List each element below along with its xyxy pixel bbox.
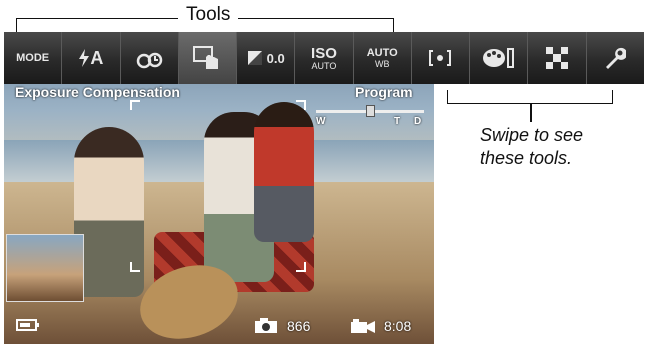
swipe-caption: Swipe to see these tools. [480,124,610,169]
zoom-bar[interactable]: W T D [316,102,424,127]
focus-frame-corner [130,262,140,272]
self-timer-icon [134,47,164,69]
zoom-knob[interactable] [366,105,375,117]
swipe-caption-line1: Swipe to see [480,125,584,145]
wb-label: AUTO [366,46,398,59]
flash-button[interactable]: A [62,32,121,84]
video-time-remaining: 8:08 [384,318,412,334]
color-mode-icon [482,47,516,69]
mode-label: MODE [16,51,50,64]
color-mode-button[interactable] [470,32,529,84]
exposure-compensation-label: Exposure Compensation [15,84,180,100]
white-balance-icon: AUTO WB [366,46,398,69]
tools-label: Tools [178,4,239,26]
pictures-remaining: 866 [287,318,311,334]
flash-label: A [90,48,104,68]
touch-shutter-icon [192,43,222,73]
video-camera-icon [350,318,376,339]
person-man-right [254,102,314,242]
white-balance-button[interactable]: AUTO WB [354,32,412,84]
camera-toolbar: MODE A 0.0 ISO AUTO AUTO WB [4,32,644,84]
focus-frame-corner [296,100,306,110]
iso-sub: AUTO [311,60,337,71]
exposure-compensation-button[interactable]: 0.0 [237,32,296,84]
battery-icon [16,318,40,337]
flash-auto-icon [78,49,90,67]
swipe-bracket-stem [530,104,532,122]
exposure-value: 0.0 [266,50,285,66]
focus-frame-corner [296,262,306,272]
setup-wrench-icon [604,47,627,69]
camera-still-icon [254,318,280,339]
swipe-caption-line2: these tools. [480,147,573,168]
face-thumbnail [6,234,84,302]
mode-button[interactable]: MODE [4,32,63,84]
iso-icon: ISO AUTO [311,46,337,71]
program-mode-label: Program [355,84,413,100]
touch-shutter-button[interactable] [178,32,238,84]
iso-label: ISO [311,44,337,62]
focus-mode-button[interactable] [412,32,471,84]
picture-size-icon [546,47,569,69]
focus-mode-icon [428,49,452,67]
picture-size-button[interactable] [528,32,587,84]
zoom-tele-label: T [394,116,401,127]
zoom-wide-label: W [316,116,326,127]
zoom-digital-label: D [414,116,422,127]
setup-button[interactable] [587,32,644,84]
exposure-compensation-icon [247,50,263,66]
wb-sub: WB [374,58,390,69]
self-timer-button[interactable] [121,32,179,84]
iso-button[interactable]: ISO AUTO [295,32,354,84]
focus-frame-corner [130,100,140,110]
swipe-bracket [447,90,613,104]
